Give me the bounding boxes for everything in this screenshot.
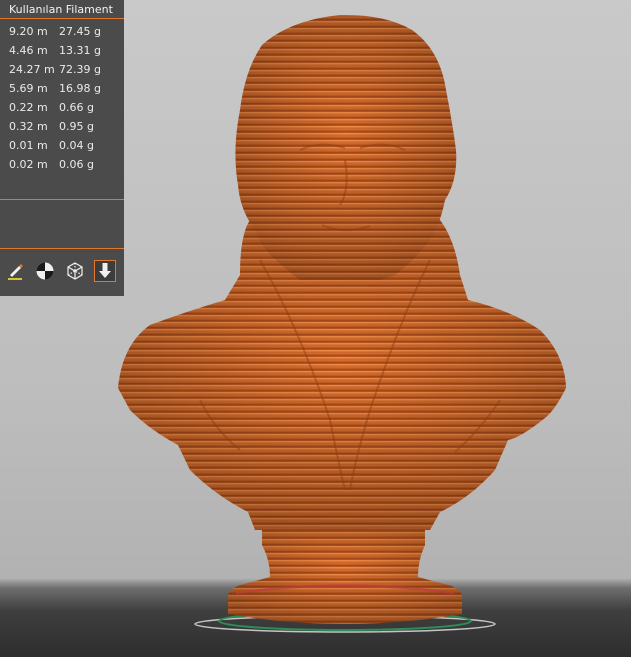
panel-divider xyxy=(0,199,124,200)
filament-row: 9.20 m 27.45 g xyxy=(9,22,101,41)
filament-weight: 0.04 g xyxy=(59,139,94,152)
filament-length: 0.01 m xyxy=(9,139,48,152)
filament-weight: 13.31 g xyxy=(59,44,101,57)
filament-weight: 0.66 g xyxy=(59,101,94,114)
paint-brush-tool-button[interactable] xyxy=(5,260,27,282)
filament-row: 0.02 m 0.06 g xyxy=(9,155,94,174)
filament-length: 4.46 m xyxy=(9,44,48,57)
filament-usage-panel: Kullanılan Filament 9.20 m 27.45 g 4.46 m… xyxy=(0,0,124,296)
filament-weight: 72.39 g xyxy=(59,63,101,76)
filament-length: 0.32 m xyxy=(9,120,48,133)
download-arrow-icon xyxy=(99,263,111,278)
export-download-button[interactable] xyxy=(94,260,116,282)
filament-row: 0.32 m 0.95 g xyxy=(9,117,94,136)
panel-title: Kullanılan Filament xyxy=(0,0,124,19)
panel-divider xyxy=(0,248,124,249)
filament-length: 0.22 m xyxy=(9,101,48,114)
orientation-tool-button[interactable] xyxy=(34,260,56,282)
wireframe-cube-icon xyxy=(67,262,83,280)
filament-weight: 16.98 g xyxy=(59,82,101,95)
filament-length: 5.69 m xyxy=(9,82,48,95)
filament-weight: 0.95 g xyxy=(59,120,94,133)
filament-row: 0.22 m 0.66 g xyxy=(9,98,94,117)
filament-row: 24.27 m 72.39 g xyxy=(9,60,101,79)
filament-row: 4.46 m 13.31 g xyxy=(9,41,101,60)
paint-brush-icon xyxy=(8,264,23,280)
wireframe-view-button[interactable] xyxy=(64,260,86,282)
filament-weight: 0.06 g xyxy=(59,158,94,171)
filament-weight: 27.45 g xyxy=(59,25,101,38)
filament-row: 5.69 m 16.98 g xyxy=(9,79,101,98)
quarter-circle-icon xyxy=(36,262,54,280)
filament-row: 0.01 m 0.04 g xyxy=(9,136,94,155)
filament-length: 9.20 m xyxy=(9,25,48,38)
filament-length: 0.02 m xyxy=(9,158,48,171)
filament-length: 24.27 m xyxy=(9,63,55,76)
bust-model[interactable] xyxy=(118,14,566,624)
